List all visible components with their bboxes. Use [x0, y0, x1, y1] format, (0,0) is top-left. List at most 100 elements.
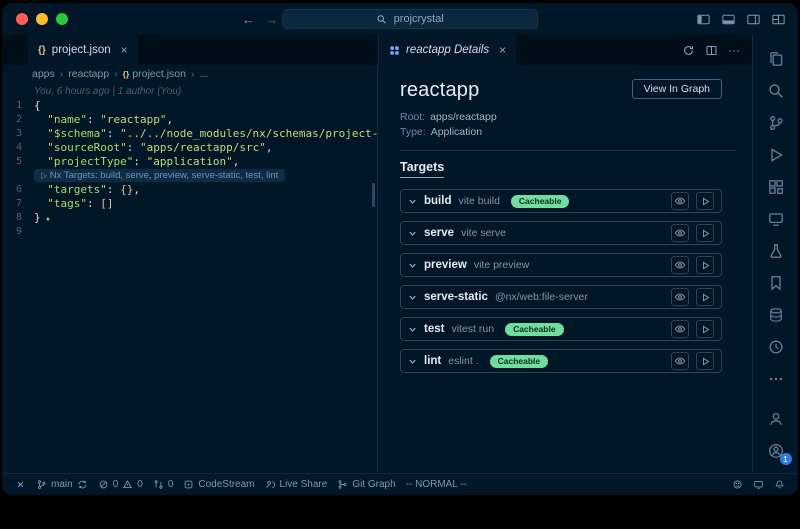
run-debug-icon[interactable] — [753, 139, 799, 171]
customize-layout-icon[interactable] — [771, 12, 786, 27]
chevron-down-icon[interactable] — [408, 197, 417, 206]
code-line: 3 "$schema": "../../node_modules/nx/sche… — [2, 126, 377, 140]
profile-icon[interactable] — [753, 403, 799, 435]
breadcrumb-item[interactable]: reactapp — [68, 68, 109, 80]
more-actions-icon[interactable]: ··· — [728, 43, 740, 57]
run-target-button[interactable] — [696, 352, 714, 370]
chevron-down-icon[interactable] — [408, 293, 417, 302]
eye-icon — [674, 227, 686, 239]
sync-icon — [77, 479, 88, 490]
target-row[interactable]: lint eslint . Cacheable — [400, 349, 722, 373]
code-line: 9 — [2, 224, 377, 238]
bookmarks-icon[interactable] — [753, 267, 799, 299]
notifications-item[interactable] — [769, 474, 790, 495]
zoom-window-button[interactable] — [56, 13, 68, 25]
branch-indicator[interactable]: main — [31, 474, 93, 495]
show-target-config-button[interactable] — [671, 320, 689, 338]
more-views-icon[interactable] — [753, 363, 799, 395]
database-icon[interactable] — [753, 299, 799, 331]
git-compare-icon — [153, 479, 164, 490]
show-target-config-button[interactable] — [671, 256, 689, 274]
breadcrumb-item[interactable]: {} project.json — [123, 68, 186, 80]
target-row[interactable]: test vitest run Cacheable — [400, 317, 722, 341]
warning-icon — [122, 479, 133, 490]
editor-scrollbar[interactable] — [372, 183, 375, 207]
run-target-button[interactable] — [696, 224, 714, 242]
run-target-button[interactable] — [696, 288, 714, 306]
play-icon — [700, 228, 711, 239]
code-line: 4 "sourceRoot": "apps/reactapp/src", — [2, 140, 377, 154]
split-editor-icon[interactable] — [705, 44, 718, 57]
target-row[interactable]: preview vite preview — [400, 253, 722, 277]
navigate-forward-icon[interactable]: → — [265, 12, 278, 27]
line-number: 3 — [2, 128, 34, 139]
target-name: serve-static — [424, 291, 488, 303]
toggle-panel-icon[interactable] — [721, 12, 736, 27]
run-target-button[interactable] — [696, 256, 714, 274]
warning-count: 0 — [137, 479, 143, 490]
search-icon — [377, 14, 388, 25]
close-window-button[interactable] — [16, 13, 28, 25]
code-line: 2 "name": "reactapp", — [2, 112, 377, 126]
nx-targets-codelens[interactable]: ▷ Nx Targets: build, serve, preview, ser… — [34, 169, 285, 182]
close-tab-icon[interactable]: × — [121, 43, 128, 57]
target-row[interactable]: serve-static @nx/web:file-server — [400, 285, 722, 309]
refresh-icon[interactable] — [682, 44, 695, 57]
live-share-item[interactable]: Live Share — [260, 474, 333, 495]
source-control-icon[interactable] — [753, 107, 799, 139]
editor-group-left: apps › reactapp › {} — [2, 65, 378, 473]
play-icon — [700, 260, 711, 271]
tab-project-json[interactable]: {} project.json × — [28, 35, 138, 65]
run-target-button[interactable] — [696, 320, 714, 338]
line-number: 5 — [2, 156, 34, 167]
divider — [400, 150, 736, 151]
eye-icon — [674, 291, 686, 303]
tab-reactapp-details[interactable]: reactapp Details × — [379, 35, 516, 65]
show-target-config-button[interactable] — [671, 224, 689, 242]
show-target-config-button[interactable] — [671, 288, 689, 306]
history-icon[interactable] — [753, 331, 799, 363]
remote-indicator[interactable] — [10, 474, 31, 495]
run-target-button[interactable] — [696, 192, 714, 210]
view-in-graph-button[interactable]: View In Graph — [632, 79, 722, 99]
explorer-icon[interactable] — [753, 43, 799, 75]
close-tab-icon[interactable]: × — [499, 43, 506, 57]
problems-indicator[interactable]: 0 0 — [93, 474, 148, 495]
codestream-icon — [183, 479, 194, 490]
command-center-search[interactable]: projcrystal — [282, 9, 538, 29]
cacheable-badge: Cacheable — [505, 323, 564, 336]
code-editor[interactable]: You, 6 hours ago | 1 author (You)1{2 "na… — [2, 83, 377, 473]
line-number: 1 — [2, 100, 34, 111]
codestream-item[interactable]: CodeStream — [178, 474, 259, 495]
navigate-back-icon[interactable]: ← — [242, 12, 255, 27]
git-status-counter[interactable]: 0 — [148, 474, 179, 495]
breadcrumb-item[interactable]: ... — [199, 68, 208, 80]
chevron-down-icon[interactable] — [408, 325, 417, 334]
show-target-config-button[interactable] — [671, 352, 689, 370]
code-line: ▷ Nx Targets: build, serve, preview, ser… — [2, 168, 377, 182]
minimize-window-button[interactable] — [36, 13, 48, 25]
remote-explorer-icon[interactable] — [753, 203, 799, 235]
testing-flask-icon[interactable] — [753, 235, 799, 267]
target-command: vite build — [458, 195, 499, 207]
account-icon[interactable]: 1 — [753, 435, 799, 467]
feedback-item[interactable] — [727, 474, 748, 495]
tab-label: project.json — [52, 44, 111, 56]
search-icon[interactable] — [753, 75, 799, 107]
target-row[interactable]: serve vite serve — [400, 221, 722, 245]
chevron-down-icon[interactable] — [408, 229, 417, 238]
breadcrumb-item[interactable]: apps — [32, 68, 55, 80]
show-target-config-button[interactable] — [671, 192, 689, 210]
chevron-down-icon[interactable] — [408, 261, 417, 270]
screencast-item[interactable] — [748, 474, 769, 495]
play-icon — [700, 356, 711, 367]
extensions-icon[interactable] — [753, 171, 799, 203]
git-graph-item[interactable]: Git Graph — [332, 474, 400, 495]
chevron-down-icon[interactable] — [408, 357, 417, 366]
vim-mode-indicator[interactable]: -- NORMAL -- — [401, 474, 472, 495]
toggle-secondary-sidebar-icon[interactable] — [746, 12, 761, 27]
toggle-sidebar-icon[interactable] — [696, 12, 711, 27]
targets-list: build vite build Cacheable — [400, 189, 736, 381]
line-number: 6 — [2, 184, 34, 195]
target-row[interactable]: build vite build Cacheable — [400, 189, 722, 213]
